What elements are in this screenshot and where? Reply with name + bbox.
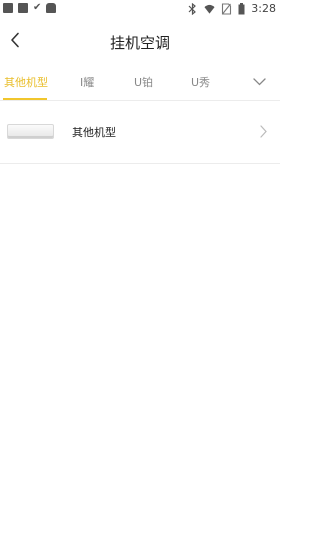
list-item-label: 其他机型 [72, 126, 116, 139]
tabs-expand-button[interactable] [252, 75, 266, 89]
list-item[interactable]: 其他机型 [0, 101, 280, 164]
header: 挂机空调 [0, 18, 280, 64]
app-icon [46, 3, 57, 13]
wifi-icon [204, 4, 215, 14]
check-icon: ✔ [33, 2, 42, 13]
tab-label: U秀 [191, 76, 211, 89]
battery-icon [238, 3, 245, 15]
tab-i-yao[interactable]: I耀 [80, 74, 94, 90]
tab-label: 其他机型 [4, 76, 48, 89]
active-tab-indicator [3, 98, 47, 100]
bluetooth-icon [188, 3, 197, 15]
status-bar: ✔ 3:28 [0, 0, 280, 18]
category-tabs: 其他机型 I耀 U铂 U秀 [0, 64, 280, 101]
status-time: 3:28 [251, 2, 276, 15]
status-bar-system: 3:28 [187, 2, 276, 16]
tab-u-xiu[interactable]: U秀 [191, 74, 210, 90]
app-icon [18, 3, 28, 13]
chevron-right-icon [258, 123, 268, 139]
tab-label: U铂 [134, 76, 154, 89]
tab-u-bo[interactable]: U铂 [134, 74, 153, 90]
app-icon [3, 3, 13, 13]
tab-other-models[interactable]: 其他机型 [4, 74, 48, 90]
tab-label: I耀 [80, 76, 95, 89]
page-title: 挂机空调 [109, 34, 170, 52]
status-bar-notifications: ✔ [3, 2, 57, 13]
chevron-down-icon [252, 78, 266, 86]
no-sim-icon [222, 3, 232, 15]
air-conditioner-image [7, 124, 54, 139]
